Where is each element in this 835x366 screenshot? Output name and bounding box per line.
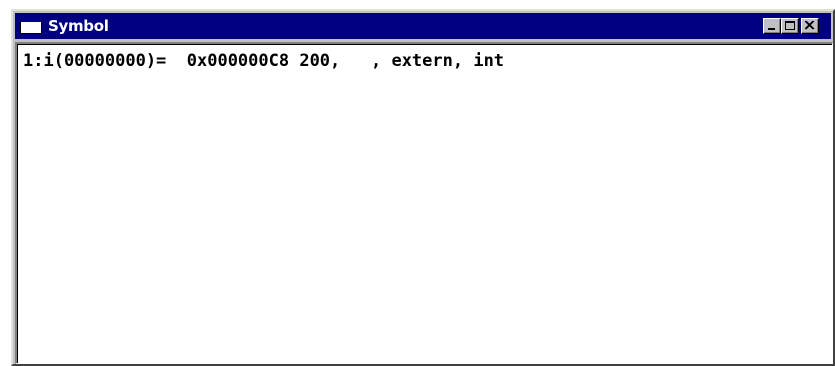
symbol-window: Symbol 1:i(00000000)= 0x000000C8 200, , … [11,9,835,366]
symbol-entry[interactable]: 1:i(00000000)= 0x000000C8 200, , extern,… [23,51,504,71]
title-bar[interactable]: Symbol [15,13,831,39]
close-icon [805,21,815,30]
window-icon[interactable] [20,19,42,34]
minimize-button[interactable] [763,18,781,34]
minimize-icon [768,28,775,30]
window-title: Symbol [48,17,109,35]
maximize-button[interactable] [781,18,799,34]
symbol-list[interactable]: 1:i(00000000)= 0x000000C8 200, , extern,… [15,42,833,364]
maximize-icon [785,21,795,30]
close-button[interactable] [801,18,819,34]
